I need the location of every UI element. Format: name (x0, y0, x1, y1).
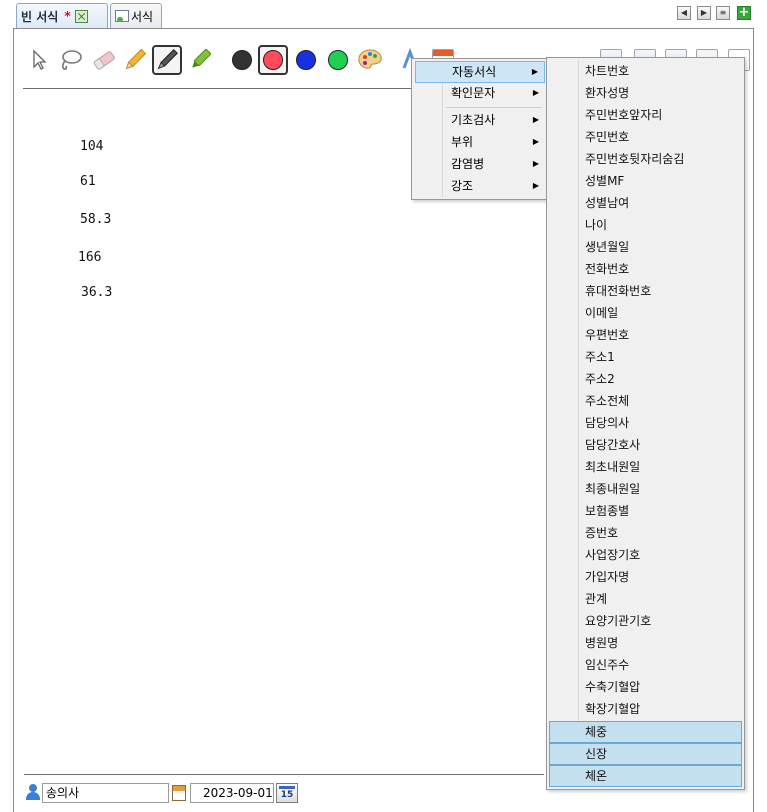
tab-label: 빈 서식 (21, 9, 59, 24)
color-red-swatch[interactable] (258, 45, 288, 75)
submenu-arrow-icon: ▶ (532, 88, 539, 97)
menu-item-auto-format[interactable]: 자동서식 ▶ (415, 61, 545, 83)
menu-item-emphasis[interactable]: 강조 ▶ (415, 175, 545, 197)
submenu-arrow-icon: ▶ (532, 181, 539, 190)
submenu-item[interactable]: 보험종별 (549, 500, 742, 522)
calendar-icon (172, 785, 186, 801)
submenu-item[interactable]: 사업장기호 (549, 544, 742, 566)
menu-item-check-text[interactable]: 확인문자 ▶ (415, 82, 545, 104)
color-green-swatch[interactable] (323, 45, 353, 75)
submenu-item[interactable]: 최초내원일 (549, 456, 742, 478)
tab-form[interactable]: 서식 (110, 3, 162, 28)
menu-item-label: 기초검사 (451, 113, 496, 127)
submenu-item[interactable]: 성별남여 (549, 192, 742, 214)
color-dot (296, 50, 316, 70)
footer-bar: 송의사 2023-09-01 15 (24, 781, 544, 805)
eraser-icon[interactable] (89, 45, 119, 75)
submenu-item[interactable]: 주민번호 (549, 126, 742, 148)
doctor-field[interactable]: 송의사 (42, 783, 169, 803)
pen-icon[interactable] (152, 45, 182, 75)
menu-item-label: 부위 (451, 135, 474, 149)
form-icon (115, 10, 129, 22)
tab-blank-form[interactable]: 빈 서식 * (16, 3, 108, 28)
color-dot (232, 50, 252, 70)
submenu-arrow-icon: ▶ (532, 159, 539, 168)
submenu-item[interactable]: 수축기혈압 (549, 676, 742, 698)
submenu-item[interactable]: 체온 (549, 765, 742, 787)
date-field[interactable]: 2023-09-01 (190, 783, 274, 803)
submenu-item[interactable]: 주소1 (549, 346, 742, 368)
submenu-arrow-icon: ▶ (532, 115, 539, 124)
submenu-arrow-icon: ▶ (532, 137, 539, 146)
submenu-item[interactable]: 이메일 (549, 302, 742, 324)
palette-icon[interactable] (355, 45, 385, 75)
menu-item-label: 확인문자 (451, 86, 496, 100)
pointer-icon[interactable] (25, 45, 55, 75)
menu-item-body-part[interactable]: 부위 ▶ (415, 131, 545, 153)
canvas-value[interactable]: 104 (80, 139, 103, 154)
scroll-right-icon[interactable]: ▶ (697, 6, 711, 20)
submenu-item[interactable]: 생년월일 (549, 236, 742, 258)
canvas-value[interactable]: 166 (78, 250, 101, 265)
footer-divider (24, 774, 544, 775)
submenu-item[interactable]: 주소2 (549, 368, 742, 390)
pencil-icon[interactable] (120, 45, 150, 75)
calendar-day-label: 15 (280, 790, 294, 800)
submenu-item[interactable]: 관계 (549, 588, 742, 610)
color-dot (328, 50, 348, 70)
color-blue-swatch[interactable] (291, 45, 321, 75)
context-menu: 자동서식 ▶ 확인문자 ▶ 기초검사 ▶ 부위 ▶ 감염병 ▶ 강조 ▶ (411, 58, 548, 200)
color-dot (263, 50, 283, 70)
submenu-item[interactable]: 주민번호앞자리 (549, 104, 742, 126)
user-icon (26, 784, 40, 800)
submenu-item[interactable]: 요양기관기호 (549, 610, 742, 632)
menu-item-label: 강조 (451, 179, 474, 193)
submenu-item[interactable]: 병원명 (549, 632, 742, 654)
submenu-item[interactable]: 최종내원일 (549, 478, 742, 500)
marker-icon[interactable] (185, 45, 215, 75)
menu-item-label: 자동서식 (452, 65, 497, 79)
submenu-item[interactable]: 우편번호 (549, 324, 742, 346)
date-picker-button[interactable]: 15 (276, 783, 298, 803)
submenu-item[interactable]: 증번호 (549, 522, 742, 544)
lasso-icon[interactable] (56, 45, 86, 75)
tab-list-icon[interactable]: ≡ (716, 6, 730, 20)
submenu-item[interactable]: 주민번호뒷자리숨김 (549, 148, 742, 170)
tab-label: 서식 (131, 9, 154, 24)
menu-item-infectious-disease[interactable]: 감염병 ▶ (415, 153, 545, 175)
submenu-item[interactable]: 주소전체 (549, 390, 742, 412)
submenu-item[interactable]: 나이 (549, 214, 742, 236)
submenu-item[interactable]: 신장 (549, 743, 742, 765)
add-tab-icon[interactable]: + (737, 6, 751, 20)
menu-item-basic-exam[interactable]: 기초검사 ▶ (415, 109, 545, 131)
auto-format-submenu: 차트번호 환자성명 주민번호앞자리 주민번호 주민번호뒷자리숨김 성별MF 성별남여 나이 생년… (546, 57, 745, 790)
submenu-item[interactable]: 임신주수 (549, 654, 742, 676)
menu-separator (446, 107, 542, 108)
canvas-value[interactable]: 36.3 (81, 285, 112, 300)
canvas-value[interactable]: 58.3 (80, 212, 111, 227)
tab-strip: 빈 서식 * 서식 ◀ ▶ ≡ + (0, 0, 767, 30)
submenu-item[interactable]: 휴대전화번호 (549, 280, 742, 302)
menu-item-label: 감염병 (451, 157, 485, 171)
submenu-item[interactable]: 담당의사 (549, 412, 742, 434)
color-black-swatch[interactable] (227, 45, 257, 75)
close-tab-icon[interactable] (74, 9, 88, 23)
submenu-item[interactable]: 확장기혈압 (549, 698, 742, 720)
submenu-item[interactable]: 성별MF (549, 170, 742, 192)
modified-indicator: * (64, 9, 71, 23)
submenu-item[interactable]: 차트번호 (549, 60, 742, 82)
scroll-left-icon[interactable]: ◀ (677, 6, 691, 20)
canvas-value[interactable]: 61 (80, 174, 96, 189)
submenu-item[interactable]: 환자성명 (549, 82, 742, 104)
submenu-arrow-icon: ▶ (531, 67, 538, 76)
submenu-item[interactable]: 체중 (549, 721, 742, 743)
submenu-item[interactable]: 담당간호사 (549, 434, 742, 456)
submenu-item[interactable]: 가입자명 (549, 566, 742, 588)
submenu-item[interactable]: 전화번호 (549, 258, 742, 280)
